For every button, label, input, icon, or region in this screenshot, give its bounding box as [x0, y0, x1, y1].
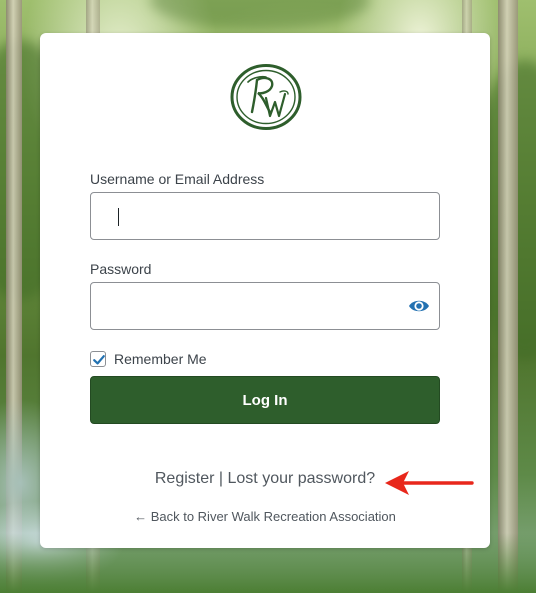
red-arrow-icon: [385, 471, 474, 495]
password-input[interactable]: [90, 282, 440, 330]
remember-label: Remember Me: [114, 351, 207, 367]
remember-me[interactable]: Remember Me: [90, 350, 207, 368]
back-to-site-link[interactable]: ← Back to River Walk Recreation Associat…: [134, 509, 396, 524]
back-to-site: ← Back to River Walk Recreation Associat…: [40, 509, 490, 524]
lost-password-link[interactable]: Lost your password?: [228, 470, 376, 487]
username-label: Username or Email Address: [90, 171, 265, 187]
rw-monogram-logo[interactable]: [230, 64, 302, 130]
nav-separator: |: [218, 470, 228, 487]
password-label: Password: [90, 261, 152, 277]
text-caret: [118, 208, 119, 226]
remember-checkbox[interactable]: [90, 351, 106, 367]
checkmark-icon: [93, 355, 105, 365]
login-button[interactable]: Log In: [90, 376, 440, 424]
username-input[interactable]: [90, 192, 440, 240]
register-link[interactable]: Register: [155, 470, 215, 487]
eye-icon[interactable]: [408, 296, 430, 316]
